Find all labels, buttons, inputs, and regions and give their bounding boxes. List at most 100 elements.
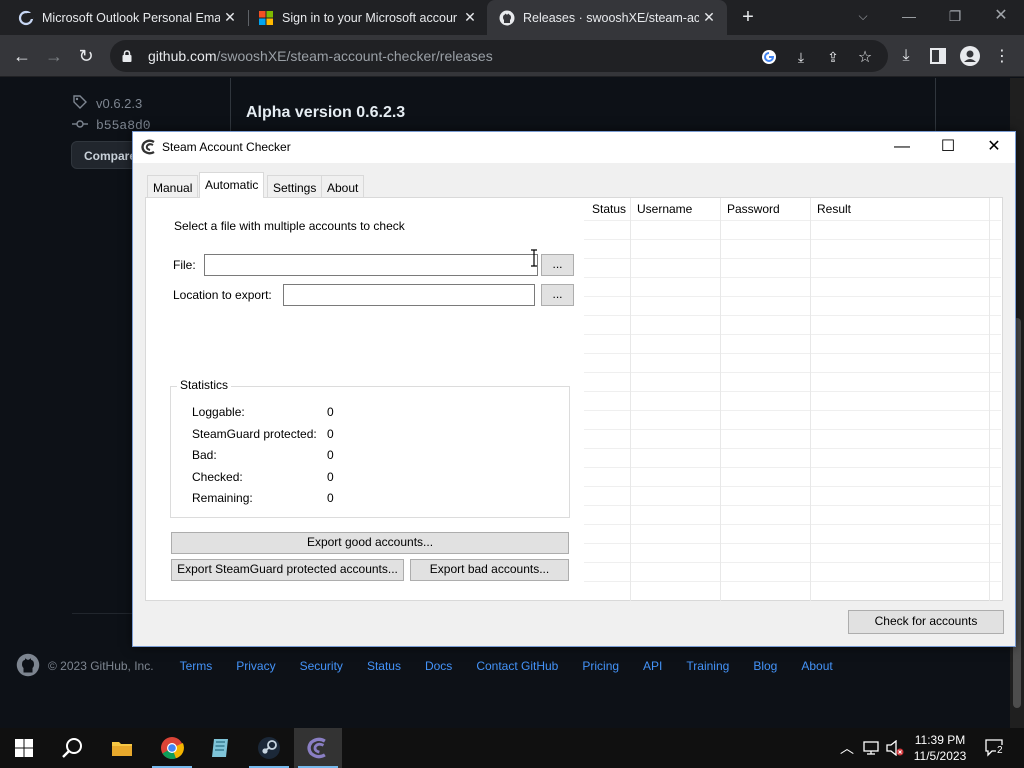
footer-link-training[interactable]: Training [686, 659, 729, 673]
file-label: File: [173, 258, 196, 272]
compare-button[interactable]: Compare [71, 141, 141, 169]
stat-value-remaining: 0 [327, 491, 334, 505]
clock-date: 11/5/2023 [913, 749, 967, 763]
tab-title: Releases · swooshXE/steam-acc [523, 10, 699, 25]
microsoft-logo-icon [258, 10, 274, 26]
minimize-icon[interactable]: — [886, 0, 932, 35]
release-tag[interactable]: v0.6.2.3 [72, 94, 142, 113]
stat-value-steamguard: 0 [327, 427, 334, 441]
export-location-input[interactable] [283, 284, 535, 306]
stat-label-bad: Bad: [192, 448, 217, 462]
tab-search-chevron-icon[interactable]: ⌵ [840, 0, 886, 35]
bookmark-star-icon[interactable]: ☆ [855, 47, 875, 67]
export-location-label: Location to export: [173, 288, 272, 302]
system-clock[interactable]: 11:39 PM 11/5/2023 [906, 732, 974, 764]
copyright-text: © 2023 GitHub, Inc. [48, 659, 154, 673]
browser-tab-outlook[interactable]: Microsoft Outlook Personal Ema ✕ [0, 0, 248, 35]
network-icon[interactable] [862, 738, 880, 758]
minimize-icon[interactable]: — [879, 132, 925, 162]
footer-link-about[interactable]: About [801, 659, 832, 673]
chrome-menu-icon[interactable]: ⋮ [991, 45, 1013, 67]
url-host: github.com [148, 48, 217, 64]
stat-label-remaining: Remaining: [192, 491, 253, 505]
app-icon[interactable] [196, 728, 244, 768]
footer-link-status[interactable]: Status [367, 659, 401, 673]
export-bad-button[interactable]: Export bad accounts... [410, 559, 569, 581]
close-window-icon[interactable]: ✕ [971, 132, 1017, 162]
tab-title: Microsoft Outlook Personal Ema [42, 10, 220, 25]
back-arrow-icon[interactable]: ← [8, 43, 36, 69]
downloads-icon[interactable]: ⤓ [895, 45, 917, 67]
release-title[interactable]: Alpha version 0.6.2.3 [246, 104, 405, 122]
browse-file-button[interactable]: ... [541, 254, 574, 276]
profile-avatar-icon[interactable] [959, 45, 981, 67]
clock-time: 11:39 PM [914, 733, 966, 747]
notification-center-icon[interactable]: 2 [982, 738, 1008, 758]
new-tab-icon[interactable]: + [738, 5, 758, 29]
github-logo-icon[interactable] [16, 653, 40, 680]
footer-link-contact[interactable]: Contact GitHub [476, 659, 558, 673]
windows-taskbar: ︿ 11:39 PM 11/5/2023 2 [0, 728, 1024, 768]
export-steamguard-button[interactable]: Export SteamGuard protected accounts... [171, 559, 404, 581]
export-good-button[interactable]: Export good accounts... [171, 532, 569, 554]
forward-arrow-icon[interactable]: → [40, 43, 68, 69]
column-header-username[interactable]: Username [637, 202, 692, 216]
url-path: /swooshXE/steam-account-checker/releases [216, 48, 493, 64]
google-lens-icon[interactable] [759, 47, 779, 67]
file-explorer-icon[interactable] [98, 728, 146, 768]
stat-value-bad: 0 [327, 448, 334, 462]
close-tab-icon[interactable]: ✕ [699, 9, 719, 26]
accounts-grid[interactable]: Status Username Password Result [584, 198, 1001, 601]
steam-icon[interactable] [245, 728, 293, 768]
show-hidden-icons-chevron-icon[interactable]: ︿ [838, 738, 856, 758]
stat-label-loggable: Loggable: [192, 405, 245, 419]
steam-account-checker-icon[interactable] [294, 728, 342, 768]
tab-about[interactable]: About [321, 175, 365, 197]
chrome-icon[interactable] [148, 728, 196, 768]
close-tab-icon[interactable]: ✕ [460, 9, 480, 26]
close-tab-icon[interactable]: ✕ [220, 9, 240, 26]
footer-link-terms[interactable]: Terms [180, 659, 213, 673]
volume-muted-icon[interactable] [886, 738, 904, 758]
notification-count: 2 [996, 745, 1004, 756]
stat-label-checked: Checked: [192, 470, 243, 484]
share-icon[interactable]: ⇪ [823, 47, 843, 67]
start-icon[interactable] [0, 728, 48, 768]
install-app-icon[interactable]: ⤓ [791, 47, 811, 67]
maximize-icon[interactable]: ☐ [925, 132, 971, 162]
footer-link-docs[interactable]: Docs [425, 659, 452, 673]
address-bar[interactable]: github.com/swooshXE/steam-account-checke… [110, 40, 888, 72]
footer-link-pricing[interactable]: Pricing [582, 659, 619, 673]
column-header-result[interactable]: Result [817, 202, 851, 216]
automatic-tab-panel: Select a file with multiple accounts to … [145, 197, 1003, 601]
browse-export-button[interactable]: ... [541, 284, 574, 306]
tab-settings[interactable]: Settings [267, 175, 323, 197]
tab-manual[interactable]: Manual [147, 175, 199, 197]
column-header-status[interactable]: Status [592, 202, 626, 216]
footer-link-security[interactable]: Security [300, 659, 343, 673]
footer-link-privacy[interactable]: Privacy [236, 659, 275, 673]
search-icon[interactable] [48, 728, 96, 768]
tag-text: v0.6.2.3 [96, 96, 143, 111]
window-titlebar[interactable]: Steam Account Checker — ☐ ✕ [133, 132, 1015, 163]
browser-tab-microsoft-signin[interactable]: Sign in to your Microsoft accour ✕ [240, 0, 488, 35]
footer-link-api[interactable]: API [643, 659, 662, 673]
tab-automatic[interactable]: Automatic [199, 172, 265, 198]
stat-label-steamguard: SteamGuard protected: [192, 427, 317, 441]
restore-icon[interactable]: ❐ [932, 0, 978, 35]
column-header-password[interactable]: Password [727, 202, 780, 216]
reload-icon[interactable]: ↻ [72, 43, 100, 69]
url-text: github.com/swooshXE/steam-account-checke… [148, 48, 493, 64]
file-path-input[interactable] [204, 254, 538, 276]
stat-value-checked: 0 [327, 470, 334, 484]
footer-link-blog[interactable]: Blog [753, 659, 777, 673]
tag-icon [72, 94, 88, 113]
statistics-legend: Statistics [177, 378, 232, 392]
lock-icon [120, 50, 134, 62]
close-window-icon[interactable]: ✕ [978, 0, 1024, 35]
check-accounts-button[interactable]: Check for accounts [848, 610, 1004, 634]
side-panel-icon[interactable] [927, 45, 949, 67]
window-title: Steam Account Checker [162, 140, 291, 154]
browser-tab-github-releases[interactable]: Releases · swooshXE/steam-acc ✕ [487, 0, 727, 35]
stat-value-loggable: 0 [327, 405, 334, 419]
